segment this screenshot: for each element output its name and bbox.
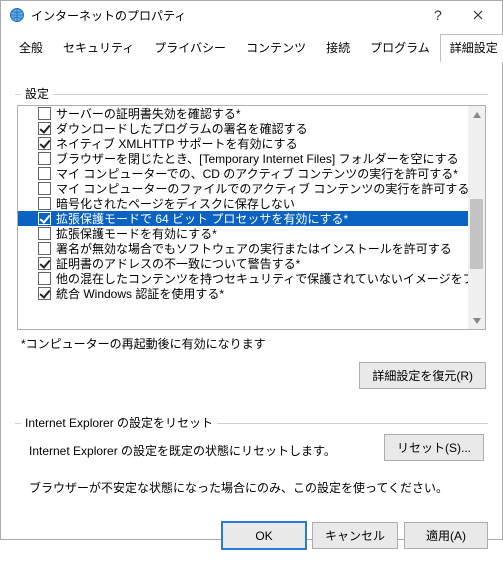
- reset-group-label: Internet Explorer の設定をリセット: [21, 414, 217, 431]
- checkbox[interactable]: [38, 197, 51, 210]
- settings-item[interactable]: 証明書のアドレスの不一致について警告する*: [18, 256, 468, 271]
- titlebar: インターネットのプロパティ ?: [1, 1, 502, 29]
- button-label: 適用(A): [426, 529, 466, 543]
- settings-item[interactable]: ダウンロードしたプログラムの署名を確認する: [18, 121, 468, 136]
- tab-label: 全般: [19, 41, 43, 55]
- checkbox[interactable]: [38, 137, 51, 150]
- cancel-button[interactable]: キャンセル: [312, 522, 398, 549]
- checkbox[interactable]: [38, 227, 51, 240]
- scrollbar[interactable]: [468, 106, 485, 329]
- settings-item[interactable]: マイ コンピューターのファイルでのアクティブ コンテンツの実行を許可する*: [18, 181, 468, 196]
- tab-advanced[interactable]: 詳細設定: [440, 34, 503, 62]
- tab-label: 接続: [326, 41, 350, 55]
- checkbox[interactable]: [38, 122, 51, 135]
- tabs: 全般 セキュリティ プライバシー コンテンツ 接続 プログラム 詳細設定: [1, 29, 502, 62]
- settings-item[interactable]: 署名が無効な場合でもソフトウェアの実行またはインストールを許可する: [18, 241, 468, 256]
- restart-note: *コンピューターの再起動後に有効になります: [21, 335, 486, 352]
- tab-general[interactable]: 全般: [9, 34, 53, 62]
- tab-label: 詳細設定: [450, 41, 498, 55]
- tab-label: コンテンツ: [246, 41, 306, 55]
- reset-description: ブラウザーが不安定な状態になった場合にのみ、この設定を使ってください。: [29, 479, 486, 496]
- checkbox[interactable]: [38, 242, 51, 255]
- reset-group: Internet Explorer の設定をリセット Internet Expl…: [15, 407, 488, 504]
- button-label: OK: [255, 529, 272, 543]
- scroll-down-icon[interactable]: [468, 312, 485, 329]
- checkbox[interactable]: [38, 152, 51, 165]
- help-button[interactable]: ?: [418, 1, 458, 29]
- svg-text:?: ?: [434, 8, 442, 22]
- checkbox[interactable]: [38, 167, 51, 180]
- tab-label: プログラム: [370, 41, 430, 55]
- settings-item-label: 統合 Windows 認証を使用する*: [56, 285, 224, 302]
- reset-text: Internet Explorer の設定を既定の状態にリセットします。: [29, 442, 384, 459]
- checkbox[interactable]: [38, 212, 51, 225]
- tab-programs[interactable]: プログラム: [360, 34, 440, 62]
- checkbox[interactable]: [38, 107, 51, 120]
- tab-connections[interactable]: 接続: [316, 34, 360, 62]
- ok-button[interactable]: OK: [222, 522, 306, 549]
- settings-item[interactable]: 拡張保護モードで 64 ビット プロセッサを有効にする*: [18, 211, 468, 226]
- settings-item[interactable]: 統合 Windows 認証を使用する*: [18, 286, 468, 301]
- tab-security[interactable]: セキュリティ: [53, 34, 144, 62]
- scroll-track[interactable]: [468, 123, 485, 312]
- tab-privacy[interactable]: プライバシー: [144, 34, 236, 62]
- internet-properties-dialog: インターネットのプロパティ ? 全般 セキュリティ プライバシー コンテンツ 接…: [0, 0, 503, 540]
- settings-item[interactable]: サーバーの証明書失効を確認する*: [18, 106, 468, 121]
- settings-item[interactable]: ネイティブ XMLHTTP サポートを有効にする: [18, 136, 468, 151]
- window-title: インターネットのプロパティ: [31, 7, 418, 24]
- settings-item[interactable]: ブラウザーを閉じたとき、[Temporary Internet Files] フ…: [18, 151, 468, 166]
- tab-label: セキュリティ: [63, 41, 134, 55]
- settings-group-label: 設定: [21, 85, 53, 102]
- button-label: リセット(S)...: [397, 441, 471, 455]
- settings-item[interactable]: 拡張保護モードを有効にする*: [18, 226, 468, 241]
- tab-content[interactable]: コンテンツ: [236, 34, 316, 62]
- restore-defaults-button[interactable]: 詳細設定を復元(R): [359, 362, 486, 389]
- apply-button[interactable]: 適用(A): [404, 522, 488, 549]
- reset-button[interactable]: リセット(S)...: [384, 434, 484, 461]
- settings-item[interactable]: 他の混在したコンテンツを持つセキュリティで保護されていないイメージをブロックする: [18, 271, 468, 286]
- settings-item[interactable]: マイ コンピューターでの、CD のアクティブ コンテンツの実行を許可する*: [18, 166, 468, 181]
- scroll-thumb[interactable]: [470, 199, 483, 269]
- button-label: キャンセル: [325, 529, 385, 543]
- checkbox[interactable]: [38, 182, 51, 195]
- close-button[interactable]: [458, 1, 498, 29]
- scroll-up-icon[interactable]: [468, 106, 485, 123]
- checkbox[interactable]: [38, 257, 51, 270]
- tab-label: プライバシー: [154, 41, 226, 55]
- button-label: 詳細設定を復元(R): [372, 369, 473, 383]
- checkbox[interactable]: [38, 272, 51, 285]
- globe-icon: [9, 7, 25, 23]
- settings-item[interactable]: 暗号化されたページをディスクに保存しない: [18, 196, 468, 211]
- settings-group: 設定 サーバーの証明書失効を確認する*ダウンロードしたプログラムの署名を確認する…: [15, 78, 488, 399]
- checkbox[interactable]: [38, 287, 51, 300]
- dialog-footer: OK キャンセル 適用(A): [1, 512, 502, 563]
- settings-listbox[interactable]: サーバーの証明書失効を確認する*ダウンロードしたプログラムの署名を確認するネイテ…: [17, 105, 486, 330]
